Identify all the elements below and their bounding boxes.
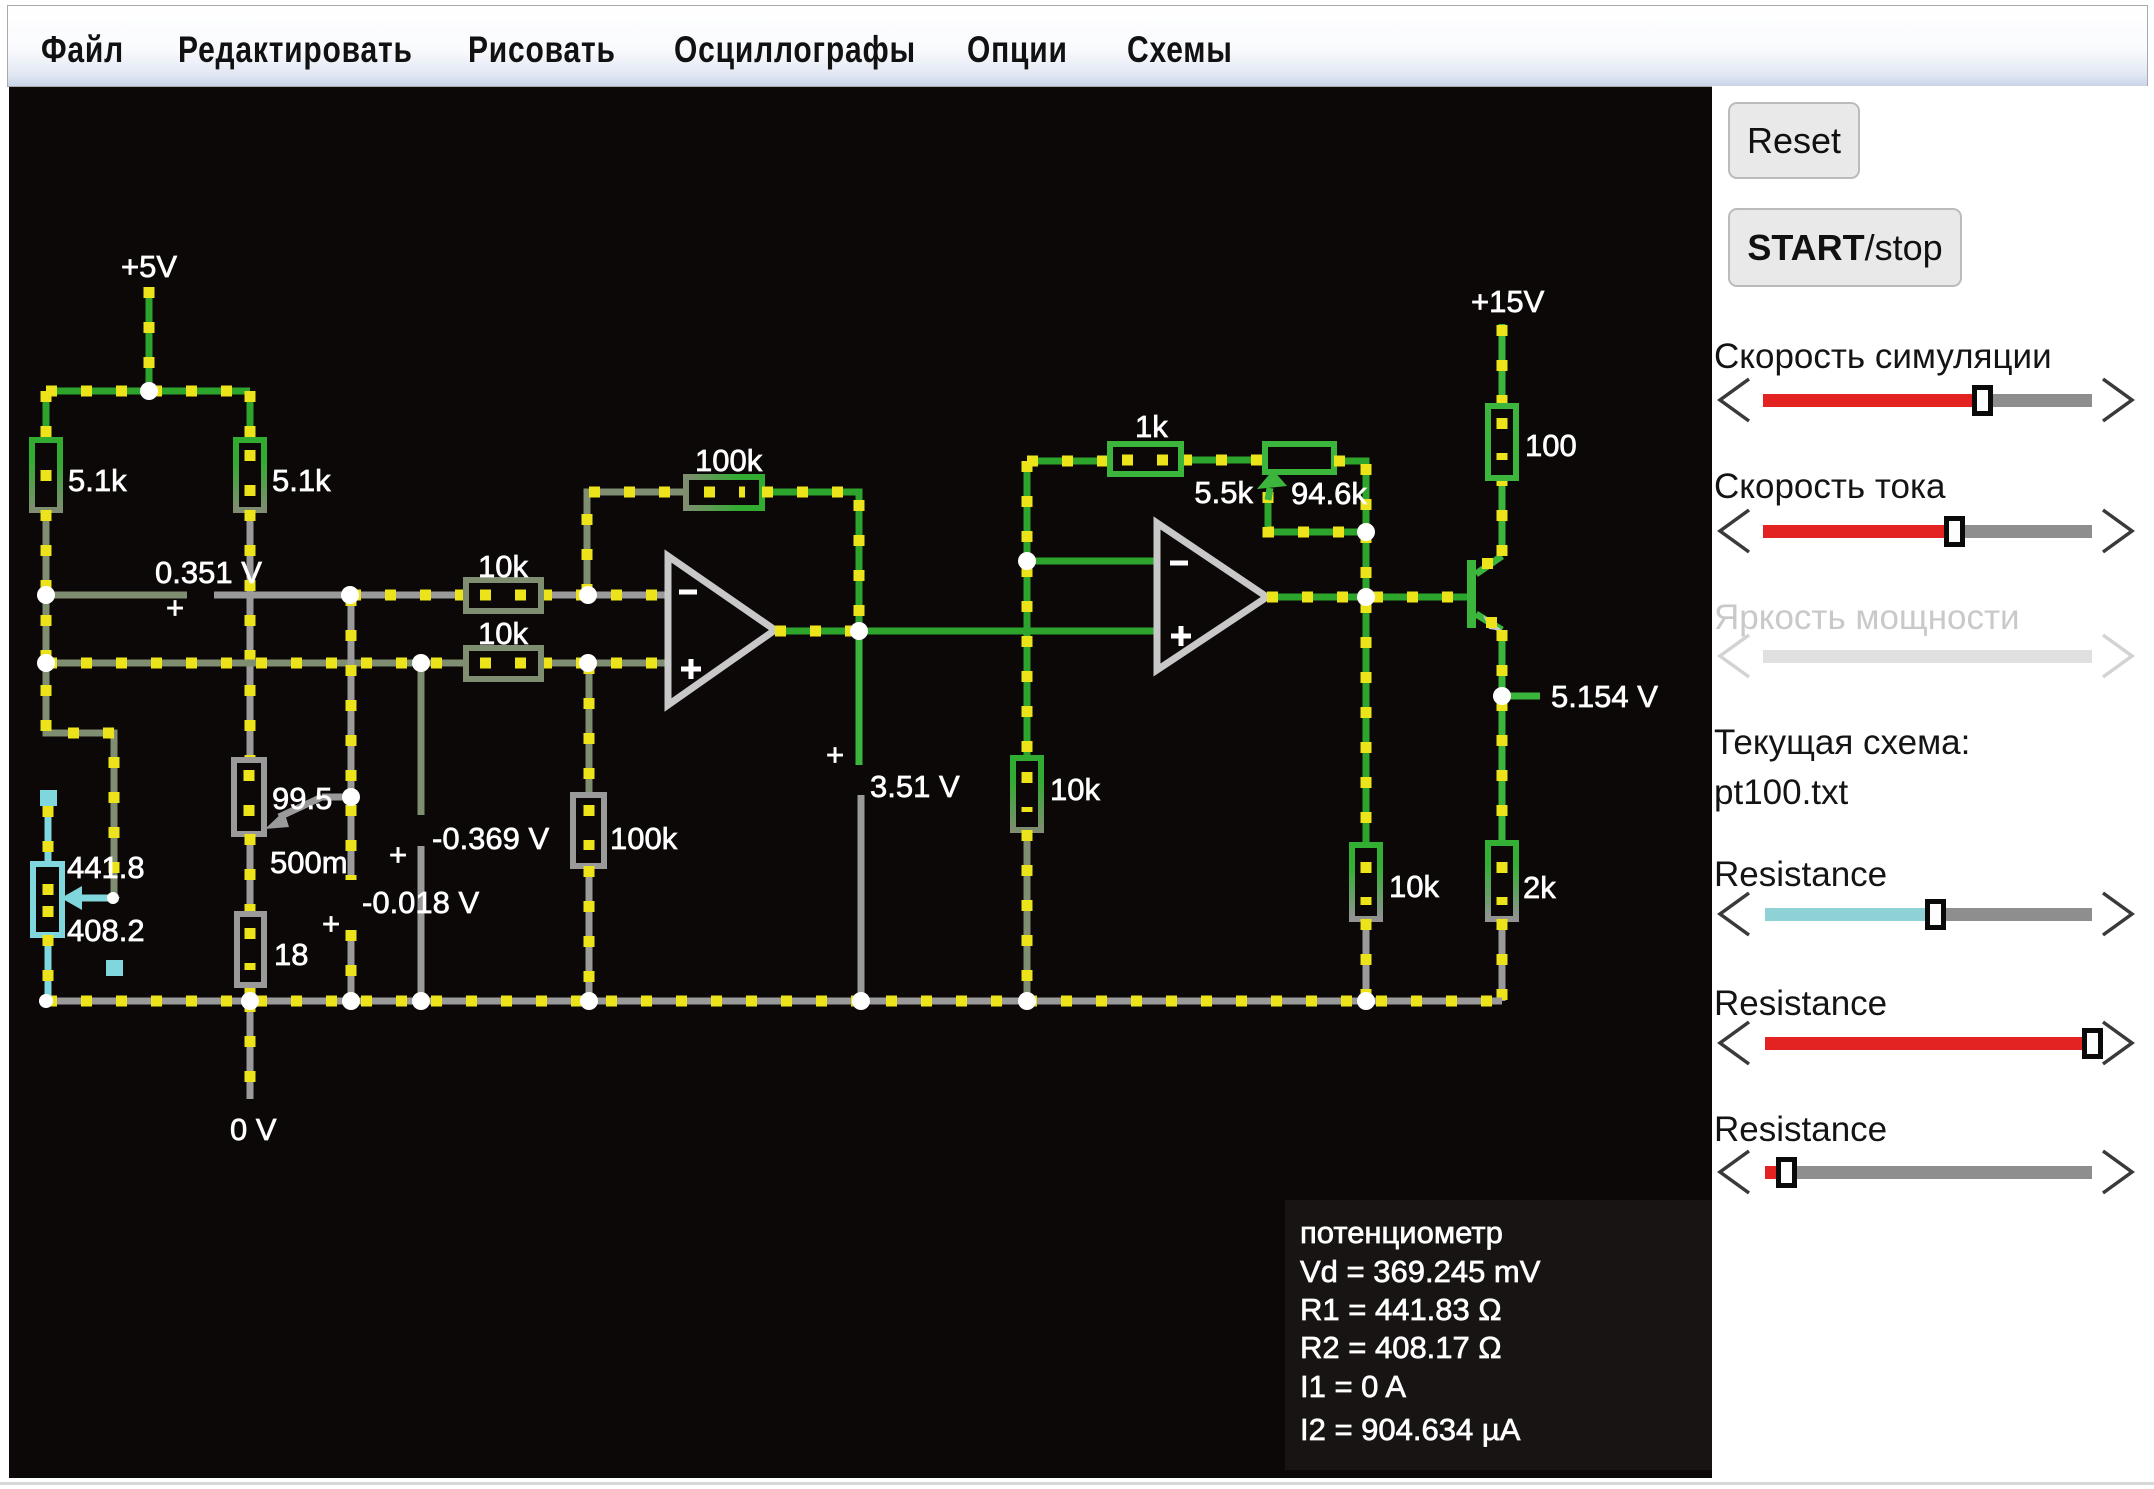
svg-text:2k: 2k	[1523, 870, 1556, 905]
svg-text:Vd = 369.245 mV: Vd = 369.245 mV	[1300, 1254, 1541, 1289]
svg-text:500m: 500m	[270, 845, 348, 880]
svg-text:10k: 10k	[478, 616, 528, 651]
svg-text:10k: 10k	[1050, 772, 1100, 807]
svg-text:+: +	[322, 906, 340, 941]
svg-text:441.8: 441.8	[67, 850, 145, 885]
svg-text:+15V: +15V	[1471, 284, 1545, 319]
svg-text:5.154 V: 5.154 V	[1551, 679, 1658, 714]
svg-text:-0.018 V: -0.018 V	[362, 885, 480, 920]
svg-text:R2 = 408.17 Ω: R2 = 408.17 Ω	[1300, 1330, 1502, 1365]
svg-text:+5V: +5V	[121, 249, 177, 284]
svg-text:10k: 10k	[478, 549, 528, 584]
svg-text:0.351 V: 0.351 V	[155, 555, 262, 590]
svg-text:5.5k: 5.5k	[1194, 475, 1253, 510]
svg-text:408.2: 408.2	[67, 913, 145, 948]
svg-text:3.51 V: 3.51 V	[870, 769, 960, 804]
svg-text:5.1k: 5.1k	[68, 463, 127, 498]
svg-text:I1 = 0 A: I1 = 0 A	[1300, 1369, 1406, 1404]
svg-text:I2 = 904.634 µA: I2 = 904.634 µA	[1300, 1412, 1521, 1447]
svg-text:5.1k: 5.1k	[272, 463, 331, 498]
svg-text:потенциометр: потенциометр	[1300, 1215, 1503, 1250]
svg-text:R1 = 441.83 Ω: R1 = 441.83 Ω	[1300, 1292, 1502, 1327]
svg-text:100: 100	[1525, 428, 1577, 463]
svg-text:+: +	[389, 837, 407, 872]
svg-text:1k: 1k	[1135, 409, 1168, 444]
svg-text:100k: 100k	[610, 821, 678, 856]
svg-text:0 V: 0 V	[230, 1112, 277, 1147]
svg-text:+: +	[166, 590, 184, 625]
svg-text:18: 18	[274, 937, 308, 972]
svg-text:99.5: 99.5	[272, 781, 332, 816]
svg-text:+: +	[826, 737, 844, 772]
svg-text:10k: 10k	[1389, 869, 1439, 904]
svg-text:-0.369 V: -0.369 V	[432, 821, 550, 856]
svg-text:100k: 100k	[695, 443, 763, 478]
svg-text:94.6k: 94.6k	[1291, 476, 1367, 511]
